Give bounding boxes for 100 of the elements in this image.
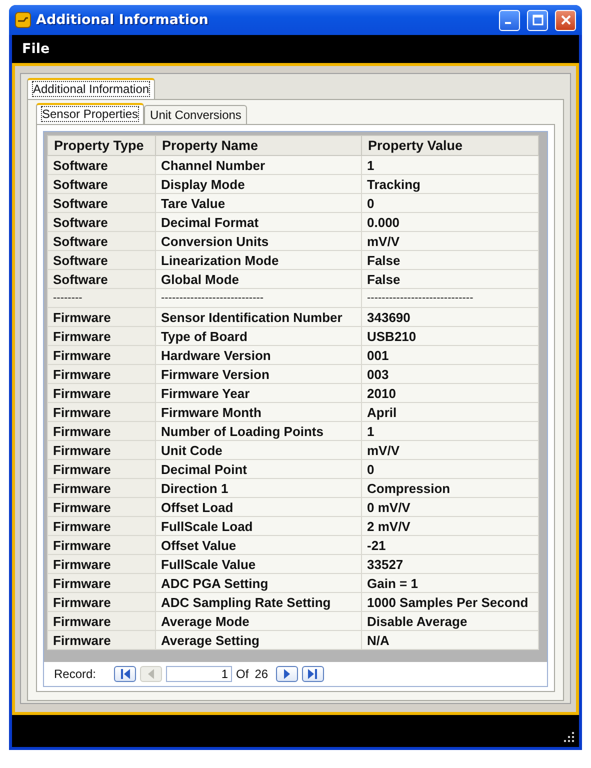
table-cell: Compression — [362, 478, 538, 498]
minimize-icon — [504, 22, 510, 24]
table-cell: Tare Value — [156, 194, 362, 212]
minimize-button[interactable] — [499, 10, 520, 30]
table-cell: ADC Sampling Rate Setting — [156, 592, 362, 612]
table-cell: Software — [48, 194, 156, 212]
table-cell: Disable Average — [362, 612, 538, 630]
table-cell: Firmware — [48, 346, 156, 364]
record-label: Record: — [54, 667, 96, 681]
table-cell: ADC PGA Setting — [156, 574, 362, 592]
table-cell: Firmware — [48, 516, 156, 536]
table-cell: Firmware — [48, 478, 156, 498]
table-cell: FullScale Value — [156, 554, 362, 574]
table-cell: Offset Value — [156, 536, 362, 554]
table-cell: Firmware — [48, 498, 156, 516]
table-cell: Gain = 1 — [362, 574, 538, 592]
table-cell: April — [362, 402, 538, 422]
tab[interactable]: Additional Information — [27, 78, 156, 99]
table-cell: Firmware — [48, 630, 156, 650]
table-cell: Firmware — [48, 612, 156, 630]
table-cell: 33527 — [362, 554, 538, 574]
table-cell: 003 — [362, 364, 538, 384]
table-cell: Firmware — [48, 384, 156, 402]
table-cell: Direction 1 — [156, 478, 362, 498]
record-count: 26 — [254, 667, 268, 681]
close-icon — [560, 14, 572, 26]
table-cell: Firmware — [48, 574, 156, 592]
table-cell: Type of Board — [156, 326, 362, 346]
table-cell: 2 mV/V — [362, 516, 538, 536]
next-record-button[interactable] — [276, 666, 298, 682]
column-header[interactable]: Property Name — [156, 136, 362, 156]
table-cell: USB210 — [362, 326, 538, 346]
table-cell: Software — [48, 270, 156, 288]
table-cell: 343690 — [362, 308, 538, 326]
table-cell: Sensor Identification Number — [156, 308, 362, 326]
table-cell: Firmware — [48, 364, 156, 384]
table-cell: -------- — [48, 288, 156, 308]
table-cell: FullScale Load — [156, 516, 362, 536]
table-cell: Software — [48, 174, 156, 194]
table-cell: Firmware — [48, 402, 156, 422]
table-cell: ---------------------------- — [156, 288, 362, 308]
table-cell: Software — [48, 212, 156, 232]
table-cell: Software — [48, 232, 156, 250]
table-cell: Average Mode — [156, 612, 362, 630]
table-cell: Firmware — [48, 308, 156, 326]
table-cell: 1 — [362, 422, 538, 440]
app-icon — [15, 12, 31, 28]
table-cell: Firmware — [48, 592, 156, 612]
tab[interactable]: Unit Conversions — [144, 105, 248, 124]
first-arrow-icon — [118, 667, 132, 681]
table-cell: Conversion Units — [156, 232, 362, 250]
window-title: Additional Information — [36, 12, 210, 28]
table-cell: 1 — [362, 156, 538, 174]
table-cell: Firmware — [48, 422, 156, 440]
maximize-button[interactable] — [527, 10, 548, 30]
table-cell: Number of Loading Points — [156, 422, 362, 440]
table-cell: Firmware — [48, 326, 156, 346]
table-cell: Firmware — [48, 460, 156, 478]
table-cell: Software — [48, 250, 156, 270]
table-cell: 0 — [362, 194, 538, 212]
first-record-button[interactable] — [114, 666, 136, 682]
table-cell: N/A — [362, 630, 538, 650]
resize-grip-icon[interactable] — [563, 731, 575, 743]
table-cell: Unit Code — [156, 440, 362, 460]
table-cell: mV/V — [362, 232, 538, 250]
table-cell: 2010 — [362, 384, 538, 402]
table-cell: 001 — [362, 346, 538, 364]
table-cell: Tracking — [362, 174, 538, 194]
table-cell: Decimal Point — [156, 460, 362, 478]
of-label: Of — [236, 667, 249, 681]
tab[interactable]: Sensor Properties — [36, 103, 144, 124]
table-cell: Decimal Format — [156, 212, 362, 232]
table-cell: -21 — [362, 536, 538, 554]
column-header[interactable]: Property Value — [362, 136, 538, 156]
table-cell: Firmware — [48, 554, 156, 574]
last-record-button[interactable] — [302, 666, 324, 682]
maximize-icon — [532, 14, 544, 26]
table-cell: ----------------------------- — [362, 288, 538, 308]
table-cell: Firmware Month — [156, 402, 362, 422]
table-cell: Firmware — [48, 440, 156, 460]
table-cell: 0 — [362, 460, 538, 478]
menu-item[interactable]: File — [22, 41, 50, 57]
table-cell: 0.000 — [362, 212, 538, 232]
table-cell: Linearization Mode — [156, 250, 362, 270]
column-header[interactable]: Property Type — [48, 136, 156, 156]
table-cell: Channel Number — [156, 156, 362, 174]
table-cell: Software — [48, 156, 156, 174]
record-field[interactable]: 1 — [166, 666, 232, 682]
table-cell: Firmware Year — [156, 384, 362, 402]
table-cell: Firmware — [48, 536, 156, 554]
table-cell: mV/V — [362, 440, 538, 460]
table-cell: Global Mode — [156, 270, 362, 288]
close-button[interactable] — [555, 10, 576, 30]
table-cell: Display Mode — [156, 174, 362, 194]
table-cell: Offset Load — [156, 498, 362, 516]
table-cell: Average Setting — [156, 630, 362, 650]
table-cell: Hardware Version — [156, 346, 362, 364]
table-cell: 0 mV/V — [362, 498, 538, 516]
table-cell: Firmware Version — [156, 364, 362, 384]
table-cell: 1000 Samples Per Second — [362, 592, 538, 612]
